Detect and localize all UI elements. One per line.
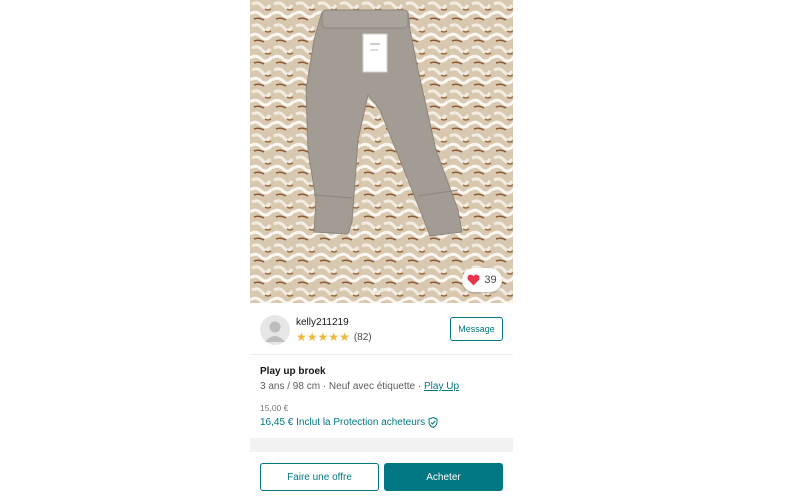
avatar-placeholder-icon — [265, 321, 285, 342]
size-condition: 3 ans / 98 cm · Neuf avec étiquette · — [260, 381, 424, 392]
star-icon: ★ — [296, 330, 307, 344]
protection-text: 16,45 € Inclut la Protection acheteurs — [260, 417, 426, 428]
favorite-button[interactable]: 39 — [462, 268, 502, 292]
item-price: 15,00 € — [260, 403, 289, 413]
star-icon: ★ — [317, 330, 329, 344]
make-offer-button[interactable]: Faire une offre — [260, 463, 379, 491]
pagination-dot[interactable] — [386, 288, 391, 292]
shield-check-icon — [428, 417, 438, 428]
listing-screen: 39 kelly211219 ★ ★ ★ ★ ★ (82) Message Pl… — [250, 0, 513, 500]
item-details: Play up broek 3 ans / 98 cm · Neuf avec … — [260, 366, 505, 428]
item-title: Play up broek — [260, 366, 326, 377]
pagination-dot[interactable] — [379, 288, 384, 292]
heart-icon — [467, 274, 480, 286]
buy-button[interactable]: Acheter — [384, 463, 503, 491]
price-with-protection[interactable]: 16,45 € Inclut la Protection acheteurs — [260, 417, 505, 428]
action-bar: Faire une offre Acheter — [260, 463, 503, 491]
brand-link[interactable]: Play Up — [424, 381, 459, 392]
avatar[interactable] — [260, 315, 290, 345]
seller-rating[interactable]: ★ ★ ★ ★ ★ (82) — [296, 331, 372, 343]
pagination-dot[interactable] — [372, 288, 377, 292]
review-count: (82) — [353, 331, 372, 343]
message-button[interactable]: Message — [450, 317, 503, 341]
seller-username[interactable]: kelly211219 — [296, 317, 349, 328]
star-icon: ★ — [306, 330, 318, 344]
section-divider — [250, 438, 513, 452]
item-attributes: 3 ans / 98 cm · Neuf avec étiquette · Pl… — [260, 381, 505, 392]
star-icon: ★ — [339, 330, 350, 344]
product-photo[interactable] — [250, 0, 513, 303]
star-icon: ★ — [328, 330, 340, 344]
seller-row: kelly211219 ★ ★ ★ ★ ★ (82) Message — [250, 303, 513, 355]
favorite-count: 39 — [484, 274, 497, 286]
product-image — [250, 0, 513, 303]
